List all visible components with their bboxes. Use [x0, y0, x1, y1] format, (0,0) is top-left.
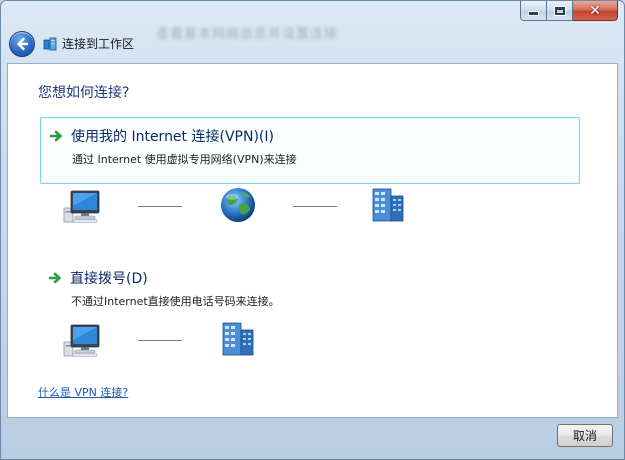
nav-title: 连接到工作区 [43, 35, 134, 52]
connection-line [138, 340, 182, 341]
vpn-option-title: 使用我的 Internet 连接(VPN)(I) [71, 129, 274, 145]
maximize-icon [554, 6, 565, 15]
content-panel: 您想如何连接? 使用我的 Internet 连接(VPN)(I) 通过 Inte… [7, 63, 618, 418]
dialup-option-title: 直接拨号(D) [70, 271, 148, 287]
close-icon: ✕ [589, 2, 601, 19]
dialup-option[interactable]: 直接拨号(D) 不通过Internet直接使用电话号码来连接。 [40, 260, 580, 308]
server-icon [368, 186, 408, 224]
computer-icon [63, 320, 103, 358]
minimize-button[interactable] [520, 1, 547, 21]
globe-icon [218, 186, 258, 224]
page-title: 连接到工作区 [62, 37, 135, 51]
connection-line [293, 206, 337, 207]
back-button[interactable] [9, 31, 35, 57]
background-window-title: 查看基本网络信息并设置连接 [156, 27, 339, 42]
help-link-vpn[interactable]: 什么是 VPN 连接? [38, 384, 128, 400]
page-heading: 您想如何连接? [38, 85, 130, 101]
vpn-option-description: 通过 Internet 使用虚拟专用网络(VPN)来连接 [72, 153, 297, 166]
close-button[interactable]: ✕ [573, 1, 618, 21]
computer-icon [63, 186, 103, 224]
dialup-diagram [63, 320, 283, 360]
arrow-right-icon [49, 130, 62, 142]
vpn-diagram [63, 186, 423, 226]
dialog-window: 查看基本网络信息并设置连接 ✕ 连接到工作区 您想如何连接? 使用我的 Inte… [0, 0, 625, 460]
back-arrow-icon [17, 37, 29, 51]
server-icon [218, 320, 258, 358]
maximize-button[interactable] [547, 1, 573, 21]
minimize-icon [529, 12, 538, 15]
workplace-connection-icon [43, 37, 57, 51]
caption-buttons: ✕ [520, 1, 618, 21]
arrow-right-icon [48, 272, 61, 284]
cancel-button[interactable]: 取消 [557, 424, 613, 447]
dialup-option-description: 不通过Internet直接使用电话号码来连接。 [71, 295, 280, 308]
vpn-option[interactable]: 使用我的 Internet 连接(VPN)(I) 通过 Internet 使用虚… [40, 117, 580, 184]
connection-line [138, 206, 182, 207]
